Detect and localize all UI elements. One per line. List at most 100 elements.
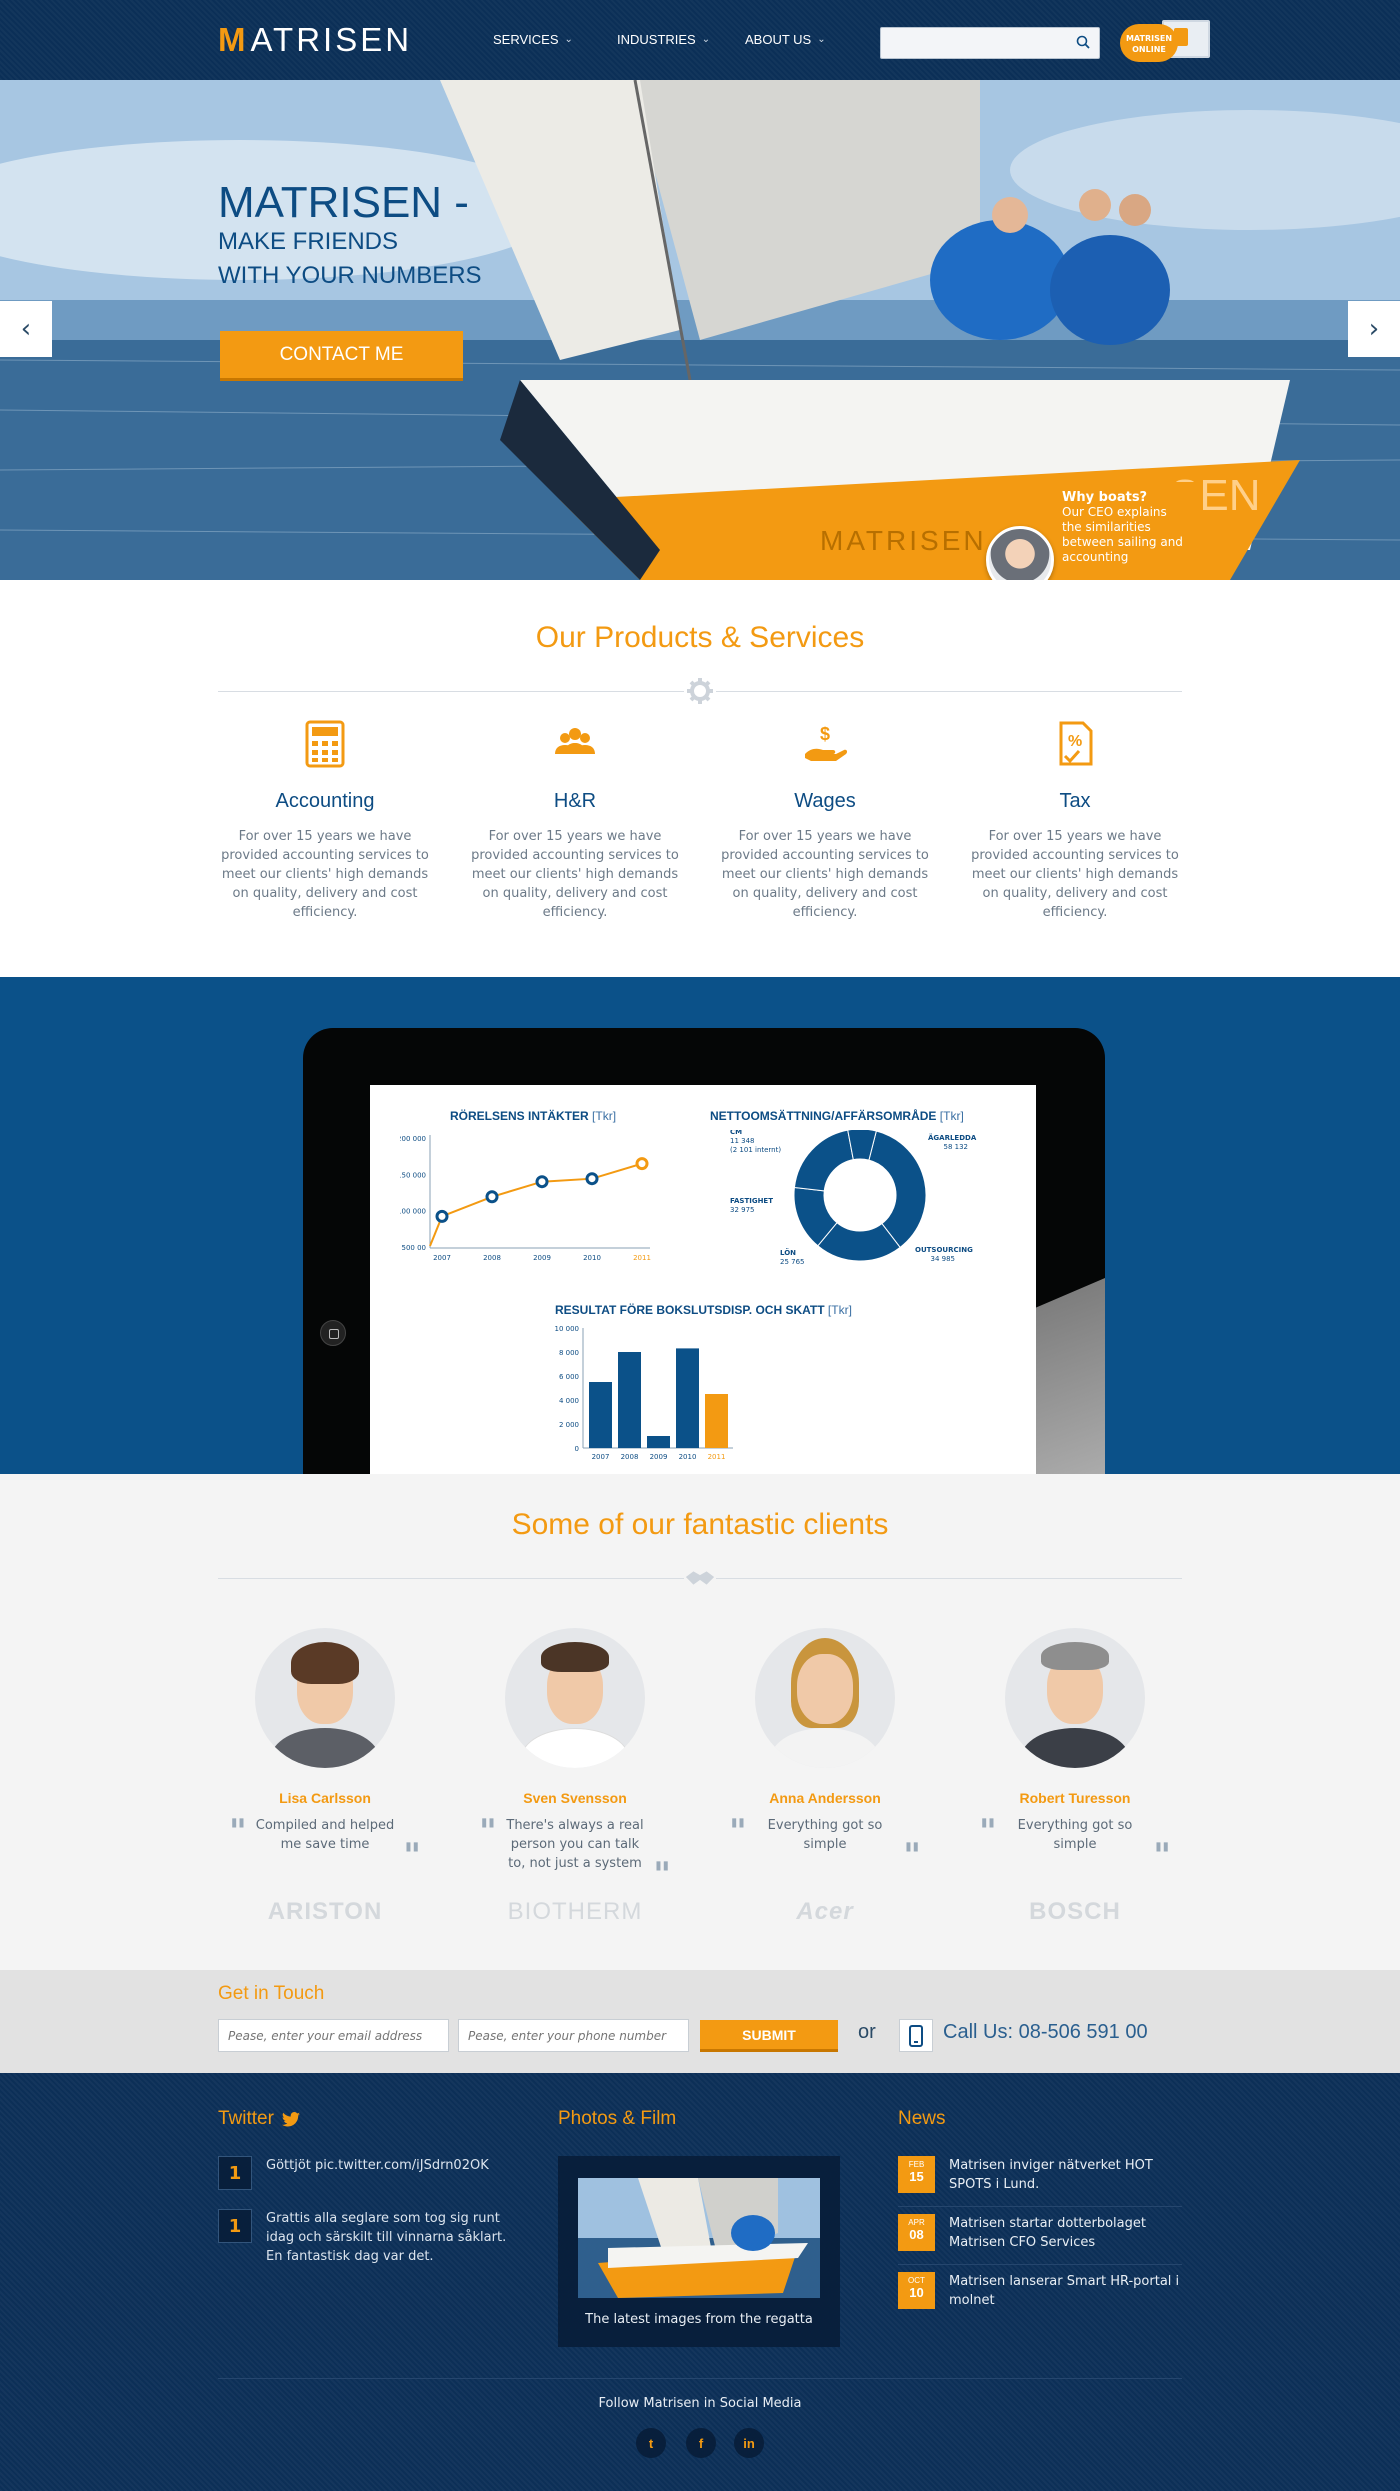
tweet-item[interactable]: 1 Göttjöt pic.twitter.com/iJSdrn02OK [218,2156,518,2190]
client-card[interactable]: Sven Svensson " There's always a real per… [475,1628,675,1892]
online-badge[interactable]: MATRISEN ONLINE [1120,20,1210,64]
client-avatar [755,1628,895,1768]
client-quote-text: Everything got so simple [1017,1818,1133,1852]
ceo-video-bubble[interactable]: Why boats? Our CEO explains the similari… [1044,482,1198,564]
nav-industries[interactable]: INDUSTRIES ⌄ [617,32,710,47]
calculator-icon [305,720,345,768]
news-item[interactable]: APR 08 Matrisen startar dotterbolaget Matr… [898,2214,1182,2265]
news-text: Matrisen inviger nätverket HOT SPOTS i L… [949,2158,1153,2192]
x-tick-label: 2008 [483,1254,501,1262]
x-tick-label: 2009 [533,1254,551,1262]
bar [589,1382,612,1448]
y-tick-label: 6 000 [559,1373,579,1381]
news-text: Matrisen startar dotterbolaget Matrisen … [949,2216,1146,2250]
search-icon[interactable] [1076,35,1090,49]
logo-mark: M [218,21,249,58]
products-title: Our Products & Services [535,621,865,654]
linkedin-icon[interactable]: in [734,2428,764,2458]
x-tick-label: 2007 [592,1453,610,1461]
line-chart-title: RÖRELSENS INTÄKTER [Tkr] [450,1109,616,1123]
regatta-photo[interactable] [578,2178,820,2298]
service-text: For over 15 years we have provided accou… [721,829,929,920]
client-card[interactable]: Anna Andersson " Everything got so simple… [725,1628,925,1873]
footer-divider [218,2378,1182,2379]
client-card[interactable]: Robert Turesson " Everything got so simpl… [975,1628,1175,1873]
service-hr[interactable]: H&R For over 15 years we have provided a… [470,720,680,922]
bar-chart-title-text: RESULTAT FÖRE BOKSLUTSDISP. OCH SKATT [555,1303,825,1317]
date-month: OCT [908,2276,925,2285]
x-tick-label: 2010 [583,1254,601,1262]
x-tick-label: 2011 [708,1453,726,1461]
facebook-icon[interactable]: f [686,2428,716,2458]
service-accounting[interactable]: Accounting For over 15 years we have pro… [220,720,430,922]
service-tax[interactable]: % Tax For over 15 years we have provided… [970,720,1180,922]
slider-prev-button[interactable]: ‹ [0,301,52,357]
or-label: or [858,2021,876,2043]
hero-subtitle-line2: WITH YOUR NUMBERS [218,262,482,289]
bar [647,1436,670,1448]
hero-subtitle-line1: MAKE FRIENDS [218,228,399,255]
x-tick-label: 2011 [633,1254,651,1262]
news-item[interactable]: FEB 15 Matrisen inviger nätverket HOT SPOT… [898,2156,1182,2207]
date-month: FEB [908,2160,925,2169]
twitter-title-text: Twitter [218,2108,274,2129]
logo-text: ATRISEN [250,21,413,58]
service-text: For over 15 years we have provided accou… [971,829,1179,920]
date-badge: OCT 10 [898,2272,935,2309]
chevron-down-icon: ⌄ [701,34,711,45]
bar-chart-unit: [Tkr] [827,1303,852,1317]
line-chart-title-text: RÖRELSENS INTÄKTER [450,1109,589,1123]
slider-next-button[interactable]: › [1348,301,1400,357]
contact-me-button[interactable]: CONTACT ME [220,331,463,381]
brand-logo-biotherm: BIOTHERM [507,1898,643,1925]
touch-title: Get in Touch [218,1983,325,2004]
data-point [585,1172,599,1186]
chevron-down-icon: ⌄ [564,34,573,45]
client-quote: " There's always a real person you can ta… [475,1815,675,1892]
tablet-home-button [320,1320,346,1346]
nav-services[interactable]: SERVICES ⌄ [493,32,573,47]
phone-field[interactable] [458,2019,689,2052]
slice-value: 32 975 [730,1206,755,1214]
tax-document-icon: % [1059,721,1093,766]
date-day: 10 [909,2285,924,2300]
photo-gallery[interactable]: The latest images from the regatta [558,2156,840,2347]
client-avatar [505,1628,645,1768]
search-input[interactable] [880,27,1100,59]
service-wages[interactable]: $ Wages For over 15 years we have provid… [720,720,930,922]
twitter-icon[interactable]: t [636,2428,666,2458]
nav-about-us[interactable]: ABOUT US ⌄ [745,32,826,47]
tweet-text: Göttjöt pic.twitter.com/iJSdrn02OK [266,2158,489,2173]
donut-chart-title-text: NETTOOMSÄTTNING/AFFÄRSOMRÅDE [710,1109,937,1123]
client-quote: " Compiled and helped me save time " [225,1815,425,1873]
y-tick-label: 0 [575,1445,579,1453]
client-quote-text: Everything got so simple [767,1818,883,1852]
x-tick-label: 2008 [621,1453,639,1461]
x-tick-label: 2007 [433,1254,451,1262]
donut-chart-title: NETTOOMSÄTTNING/AFFÄRSOMRÅDE [Tkr] [710,1109,964,1123]
service-title: Accounting [275,790,375,812]
bar-chart-title: RESULTAT FÖRE BOKSLUTSDISP. OCH SKATT [T… [555,1303,852,1317]
submit-button[interactable]: SUBMIT [700,2020,838,2052]
logo[interactable]: M ATRISEN [218,21,413,58]
bar [676,1348,699,1448]
slice-label: FASTIGHET [730,1197,773,1205]
news-title: News [898,2108,946,2129]
client-card[interactable]: Lisa Carlsson " Compiled and helped me sa… [225,1628,425,1873]
email-field[interactable] [218,2019,449,2052]
nav-label: INDUSTRIES [617,32,696,47]
y-tick-label: 10 000 [555,1325,580,1333]
matrisen-avatar-icon: 1 [218,2209,252,2243]
tweet-text: Grattis alla seglare som tog sig runt id… [266,2211,507,2264]
news-item[interactable]: OCT 10 Matrisen lanserar Smart HR-portal i… [898,2272,1182,2322]
clients-title: Some of our fantastic clients [511,1508,889,1541]
tweet-item[interactable]: 1 Grattis alla seglare som tog sig runt i… [218,2209,518,2266]
quote-close-icon: " [903,1836,921,1876]
service-text: For over 15 years we have provided accou… [471,829,679,920]
photos-title: Photos & Film [558,2108,677,2129]
slice-value: 25 765 [780,1258,805,1266]
call-us-text[interactable]: Call Us: 08-506 591 00 [943,2021,1148,2044]
slice-label: LÖN [780,1248,796,1257]
quote-open-icon: " [979,1812,997,1852]
slice-value: 58 132 [944,1143,969,1151]
